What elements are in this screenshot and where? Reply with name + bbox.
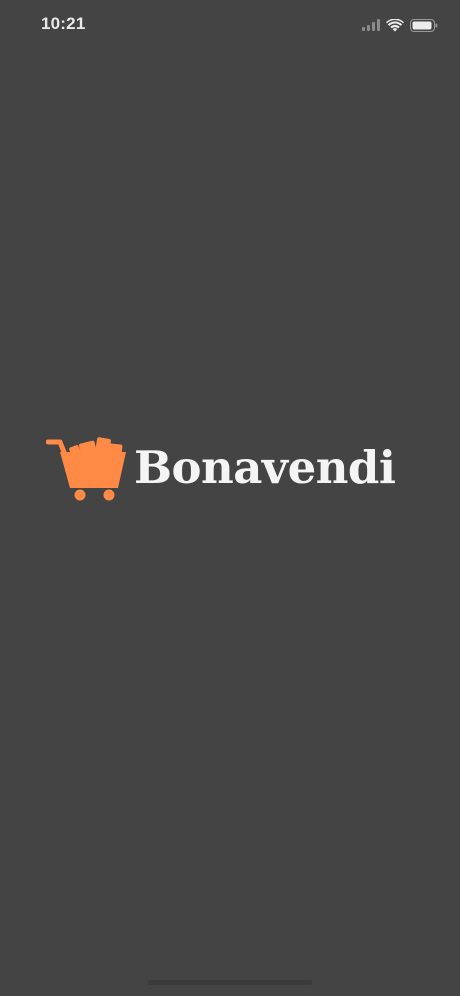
shopping-cart-icon	[46, 437, 126, 501]
brand-name: Bonavendi	[134, 441, 396, 494]
splash-screen: 10:21 Bonavendi	[0, 0, 460, 996]
status-icons	[362, 16, 438, 34]
bonavendi-logo: Bonavendi	[46, 436, 416, 504]
home-indicator[interactable]	[148, 980, 312, 985]
status-time: 10:21	[41, 14, 86, 33]
battery-icon	[410, 18, 438, 32]
cellular-signal-icon	[362, 19, 380, 31]
status-bar: 10:21	[0, 0, 460, 50]
wifi-icon	[386, 18, 404, 31]
